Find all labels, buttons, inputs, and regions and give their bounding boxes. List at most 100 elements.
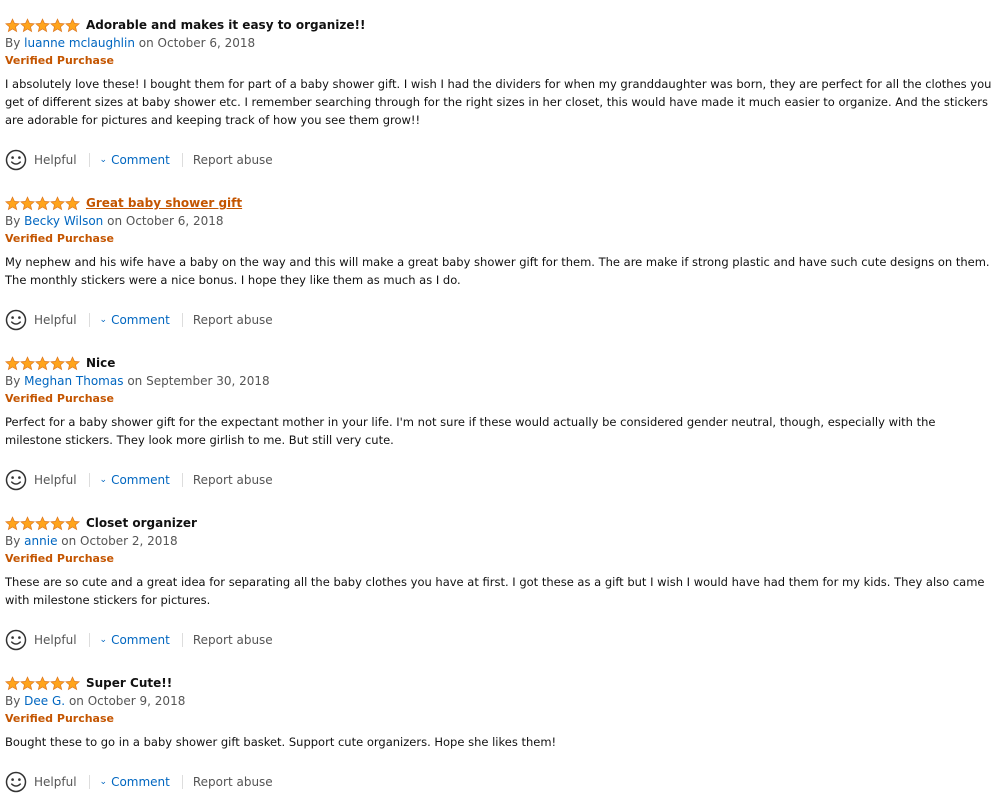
verified-purchase-badge: Verified Purchase bbox=[5, 232, 114, 245]
comment-link[interactable]: Comment bbox=[111, 153, 170, 167]
review-title[interactable]: Closet organizer bbox=[86, 516, 197, 530]
review-body: My nephew and his wife have a baby on th… bbox=[5, 255, 990, 287]
chevron-down-icon[interactable]: ⌄ bbox=[100, 475, 108, 485]
smiley-face-icon[interactable] bbox=[5, 309, 27, 331]
comment-link[interactable]: Comment bbox=[111, 633, 170, 647]
review-byline: By Meghan Thomas on September 30, 2018 bbox=[5, 372, 995, 390]
helpful-button[interactable]: Helpful bbox=[34, 153, 77, 167]
author-link[interactable]: Dee G. bbox=[24, 694, 65, 708]
report-abuse-link[interactable]: Report abuse bbox=[193, 473, 273, 487]
helpful-button[interactable]: Helpful bbox=[34, 775, 77, 789]
divider bbox=[88, 775, 90, 789]
review-item: Closet organizer By annie on October 2, … bbox=[5, 514, 995, 651]
star-icon bbox=[35, 675, 50, 690]
star-icon bbox=[65, 355, 80, 370]
review-header: Super Cute!! bbox=[5, 674, 995, 692]
review-header: Great baby shower gift bbox=[5, 194, 995, 212]
review-actions: Helpful ⌄ Comment Report abuse bbox=[5, 770, 273, 794]
report-abuse-link[interactable]: Report abuse bbox=[193, 775, 273, 789]
review-item: Super Cute!! By Dee G. on October 9, 201… bbox=[5, 674, 995, 793]
review-actions: Helpful ⌄ Comment Report abuse bbox=[5, 148, 273, 172]
star-icon bbox=[5, 675, 20, 690]
divider bbox=[88, 473, 90, 487]
verified-purchase-badge: Verified Purchase bbox=[5, 392, 114, 405]
star-icon bbox=[65, 515, 80, 530]
review-body: Bought these to go in a baby shower gift… bbox=[5, 735, 557, 749]
review-body: These are so cute and a great idea for s… bbox=[5, 575, 985, 607]
review-date: on October 9, 2018 bbox=[68, 694, 186, 708]
smiley-face-icon[interactable] bbox=[5, 149, 27, 171]
divider bbox=[181, 775, 183, 789]
star-icon bbox=[50, 355, 65, 370]
star-rating[interactable] bbox=[5, 195, 80, 211]
star-icon bbox=[5, 515, 20, 530]
review-date: on October 6, 2018 bbox=[138, 36, 256, 50]
verified-purchase-badge: Verified Purchase bbox=[5, 552, 114, 565]
by-label: By bbox=[5, 214, 21, 228]
star-icon bbox=[35, 195, 50, 210]
helpful-button[interactable]: Helpful bbox=[34, 473, 77, 487]
star-icon bbox=[35, 17, 50, 32]
review-title[interactable]: Adorable and makes it easy to organize!! bbox=[86, 18, 365, 32]
star-icon bbox=[35, 515, 50, 530]
star-icon bbox=[50, 195, 65, 210]
author-link[interactable]: Becky Wilson bbox=[24, 214, 103, 228]
review-title[interactable]: Great baby shower gift bbox=[86, 196, 242, 210]
chevron-down-icon[interactable]: ⌄ bbox=[100, 635, 108, 645]
star-icon bbox=[35, 355, 50, 370]
divider bbox=[181, 633, 183, 647]
smiley-face-icon[interactable] bbox=[5, 469, 27, 491]
review-item: Great baby shower gift By Becky Wilson o… bbox=[5, 194, 995, 331]
review-header: Nice bbox=[5, 354, 995, 372]
review-byline: By annie on October 2, 2018 bbox=[5, 532, 995, 550]
chevron-down-icon[interactable]: ⌄ bbox=[100, 155, 108, 165]
comment-link[interactable]: Comment bbox=[111, 313, 170, 327]
star-icon bbox=[50, 17, 65, 32]
review-body: I absolutely love these! I bought them f… bbox=[5, 77, 992, 127]
helpful-button[interactable]: Helpful bbox=[34, 313, 77, 327]
star-icon bbox=[20, 515, 35, 530]
review-byline: By luanne mclaughlin on October 6, 2018 bbox=[5, 34, 995, 52]
star-rating[interactable] bbox=[5, 355, 80, 371]
review-actions: Helpful ⌄ Comment Report abuse bbox=[5, 628, 273, 652]
star-icon bbox=[65, 17, 80, 32]
author-link[interactable]: Meghan Thomas bbox=[24, 374, 123, 388]
by-label: By bbox=[5, 534, 21, 548]
star-icon bbox=[20, 195, 35, 210]
review-item: Nice By Meghan Thomas on September 30, 2… bbox=[5, 354, 995, 491]
star-rating[interactable] bbox=[5, 17, 80, 33]
review-title[interactable]: Nice bbox=[86, 356, 115, 370]
review-title[interactable]: Super Cute!! bbox=[86, 676, 172, 690]
comment-link[interactable]: Comment bbox=[111, 473, 170, 487]
star-rating[interactable] bbox=[5, 675, 80, 691]
smiley-face-icon[interactable] bbox=[5, 629, 27, 651]
star-icon bbox=[65, 195, 80, 210]
author-link[interactable]: luanne mclaughlin bbox=[24, 36, 135, 50]
review-date: on October 6, 2018 bbox=[107, 214, 224, 228]
review-header: Adorable and makes it easy to organize!! bbox=[5, 16, 995, 34]
star-icon bbox=[20, 355, 35, 370]
report-abuse-link[interactable]: Report abuse bbox=[193, 633, 273, 647]
verified-purchase-badge: Verified Purchase bbox=[5, 54, 114, 67]
star-rating[interactable] bbox=[5, 515, 80, 531]
smiley-face-icon[interactable] bbox=[5, 771, 27, 793]
divider bbox=[88, 153, 90, 167]
report-abuse-link[interactable]: Report abuse bbox=[193, 153, 273, 167]
review-date: on September 30, 2018 bbox=[127, 374, 270, 388]
verified-purchase-badge: Verified Purchase bbox=[5, 712, 114, 725]
author-link[interactable]: annie bbox=[24, 534, 57, 548]
star-icon bbox=[5, 17, 20, 32]
star-icon bbox=[65, 675, 80, 690]
star-icon bbox=[50, 515, 65, 530]
divider bbox=[181, 313, 183, 327]
divider bbox=[88, 633, 90, 647]
chevron-down-icon[interactable]: ⌄ bbox=[100, 315, 108, 325]
star-icon bbox=[5, 195, 20, 210]
divider bbox=[181, 473, 183, 487]
helpful-button[interactable]: Helpful bbox=[34, 633, 77, 647]
star-icon bbox=[5, 355, 20, 370]
divider bbox=[88, 313, 90, 327]
comment-link[interactable]: Comment bbox=[111, 775, 170, 789]
report-abuse-link[interactable]: Report abuse bbox=[193, 313, 273, 327]
chevron-down-icon[interactable]: ⌄ bbox=[100, 777, 108, 787]
